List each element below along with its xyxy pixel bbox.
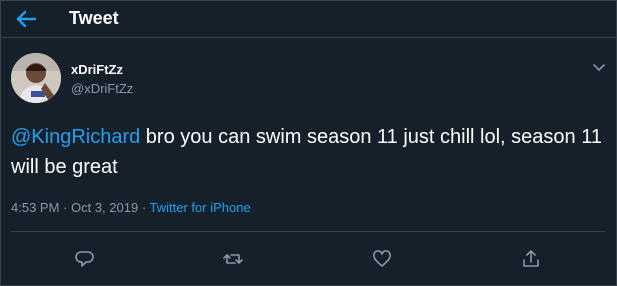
tweet-window: Tweet xDriFtZz @xDriFtZz @KingRichard br… [0,0,617,286]
retweet-icon[interactable] [223,249,243,269]
tweet-text: @KingRichard bro you can swim season 11 … [11,122,611,182]
back-arrow-icon[interactable] [15,9,37,29]
tweet-date[interactable]: Oct 3, 2019 [71,200,138,215]
chevron-down-icon[interactable] [593,64,605,72]
author-display-name[interactable]: xDriFtZz [71,62,123,77]
reply-icon[interactable] [75,249,95,269]
tweet-meta: 4:53 PM · Oct 3, 2019 · Twitter for iPho… [11,200,251,215]
author-handle[interactable]: @xDriFtZz [71,81,133,96]
meta-separator: · [59,200,71,215]
avatar-photo-icon [11,53,61,103]
avatar[interactable] [11,53,61,103]
meta-separator: · [138,200,150,215]
tweet-header: Tweet [1,1,616,38]
share-icon[interactable] [521,249,541,269]
tweet-source[interactable]: Twitter for iPhone [150,200,251,215]
like-icon[interactable] [372,249,392,269]
mention-link[interactable]: @KingRichard [11,126,140,148]
divider [11,231,605,232]
page-title: Tweet [69,8,119,28]
tweet-time[interactable]: 4:53 PM [11,200,59,215]
